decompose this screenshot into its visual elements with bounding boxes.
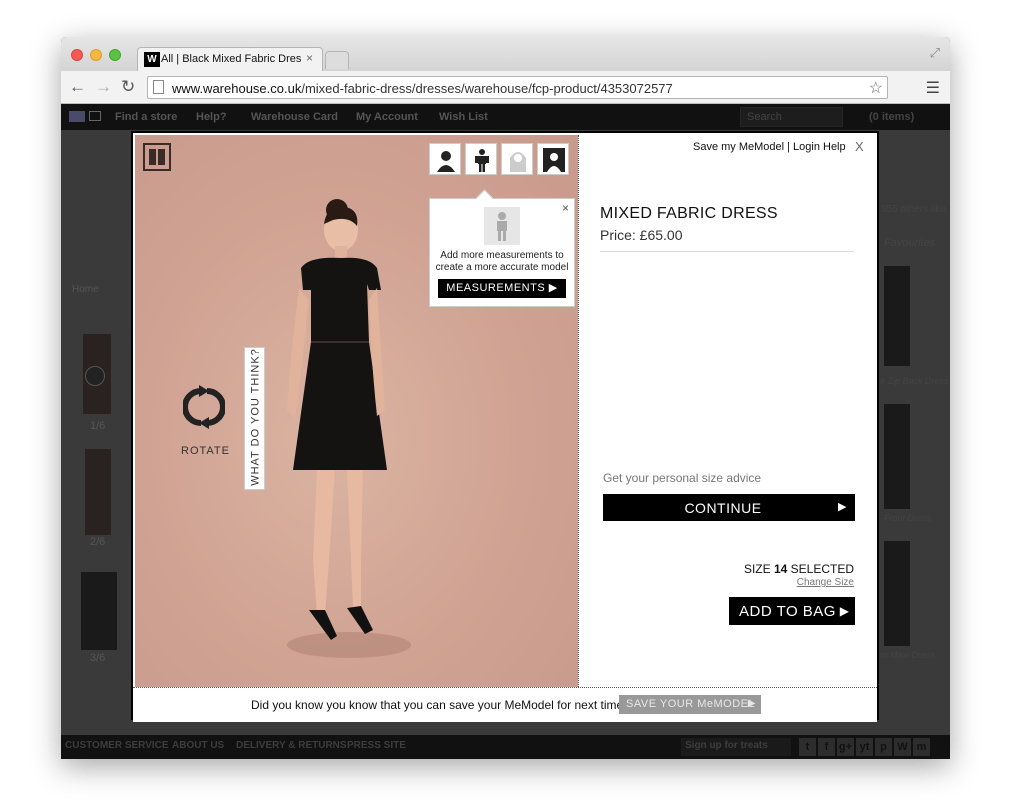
new-tab-button[interactable]	[325, 51, 349, 69]
breadcrumb-home[interactable]: Home	[72, 284, 99, 295]
browser-toolbar: ← → ↻ www.warehouse.co.uk/mixed-fabric-d…	[61, 71, 950, 104]
change-size-link[interactable]: Change Size	[729, 577, 854, 588]
browser-menu-icon[interactable]: ☰	[926, 78, 940, 98]
browser-tab[interactable]: W All | Black Mixed Fabric Dres ×	[137, 47, 323, 71]
maximize-window-icon[interactable]	[109, 49, 121, 61]
warehouse-icon[interactable]: W	[894, 738, 911, 756]
mail-icon[interactable]	[89, 111, 101, 121]
product-caption: Front Dress	[884, 513, 932, 523]
memodel-logo-icon	[143, 143, 171, 171]
continue-label: CONTINUE	[684, 500, 762, 516]
twitter-icon[interactable]: t	[799, 738, 816, 756]
nav-my-account[interactable]: My Account	[356, 111, 418, 123]
page-icon	[153, 80, 164, 94]
hair-view-icon[interactable]	[501, 143, 533, 175]
save-memodel-button[interactable]: SAVE YOUR MeMODEL ▶	[619, 695, 761, 714]
warehouse-favicon-icon: W	[144, 52, 160, 67]
uk-flag-icon[interactable]	[69, 111, 85, 122]
size-selected-text: SIZE 14 SELECTED	[743, 562, 854, 576]
add-to-bag-button[interactable]: ADD TO BAG ▶	[729, 597, 855, 625]
nav-warehouse-card[interactable]: Warehouse Card	[251, 111, 338, 123]
shopping-bag[interactable]: (0 items)	[869, 111, 914, 123]
save-memodel-label: SAVE YOUR MeMODEL	[626, 698, 756, 710]
divider	[600, 251, 854, 252]
product-name: MIXED FABRIC DRESS	[600, 205, 778, 222]
site-search-input[interactable]: Search	[740, 107, 843, 127]
modal-footer: Did you know you know that you can save …	[133, 687, 877, 722]
continue-button[interactable]: CONTINUE ▶	[603, 494, 855, 521]
google-plus-icon[interactable]: g+	[837, 738, 854, 756]
product-info-panel: Save my MeModel | Login Help X MIXED FAB…	[578, 135, 879, 687]
rotate-icon[interactable]	[182, 385, 226, 434]
size-advice-text: Get your personal size advice	[603, 471, 762, 485]
product-thumbnail[interactable]	[85, 449, 111, 535]
product-caption: m Maxi Dress	[880, 650, 936, 660]
signup-input[interactable]: Sign up for treats	[681, 738, 791, 756]
measurements-popup: × Add more measurements to create a more…	[429, 198, 575, 307]
product-thumbnail[interactable]	[884, 404, 910, 509]
product-thumbnail[interactable]	[884, 541, 910, 646]
nav-help[interactable]: Help?	[196, 111, 227, 123]
add-to-bag-label: ADD TO BAG	[739, 603, 836, 620]
close-window-icon[interactable]	[71, 49, 83, 61]
footer-customer-service[interactable]: CUSTOMER SERVICE	[65, 740, 169, 751]
reload-icon[interactable]: ↻	[121, 77, 135, 97]
title-bar: W All | Black Mixed Fabric Dres × ⤢	[61, 37, 950, 71]
tab-title: All | Black Mixed Fabric Dres	[161, 53, 301, 65]
tab-close-icon[interactable]: ×	[306, 51, 313, 65]
product-price: Price: £65.00	[600, 227, 683, 243]
save-login-link[interactable]: Save my MeModel | Login	[693, 141, 820, 153]
minimize-window-icon[interactable]	[90, 49, 102, 61]
bookmark-star-icon[interactable]: ☆	[869, 78, 883, 98]
footer-delivery-returns[interactable]: DELIVERY & RETURNS	[236, 740, 347, 751]
product-thumbnail[interactable]	[884, 266, 910, 366]
url-text: www.warehouse.co.uk/mixed-fabric-dress/d…	[172, 81, 673, 96]
product-thumbnail[interactable]	[81, 572, 117, 650]
others-like-text: 955 others like	[881, 204, 947, 215]
save-memodel-prompt: Did you know you know that you can save …	[251, 698, 630, 712]
fullscreen-icon[interactable]: ⤢	[930, 45, 940, 61]
portrait-view-icon[interactable]	[537, 143, 569, 175]
site-nav: Find a store Help? Warehouse Card My Acc…	[61, 104, 950, 130]
thumbnail-label: 1/6	[90, 420, 106, 432]
address-bar[interactable]: www.warehouse.co.uk/mixed-fabric-dress/d…	[147, 76, 888, 99]
arrow-right-icon: ▶	[747, 698, 756, 709]
model-viewer: ROTATE × Add more measurements to create…	[135, 135, 578, 687]
pinterest-icon[interactable]: p	[875, 738, 892, 756]
3d-model-image[interactable]	[269, 190, 419, 665]
nav-wish-list[interactable]: Wish List	[439, 111, 488, 123]
modal-close-icon[interactable]: X	[855, 139, 864, 154]
popup-text: Add more measurements to create a more a…	[435, 250, 569, 273]
body-figure-icon	[484, 207, 520, 245]
thumbnail-label: 3/6	[90, 652, 106, 664]
full-body-view-icon[interactable]	[465, 143, 497, 175]
footer-about-us[interactable]: ABOUT US	[172, 740, 224, 751]
favourites-heading: Favourites	[884, 237, 936, 249]
youtube-icon[interactable]: yt	[856, 738, 873, 756]
rotate-label: ROTATE	[181, 445, 230, 457]
facebook-icon[interactable]: f	[818, 738, 835, 756]
what-do-you-think-tab[interactable]: WHAT DO YOU THINK?	[244, 347, 265, 490]
what-do-you-think-label: WHAT DO YOU THINK?	[249, 348, 262, 486]
memodel-modal: ROTATE × Add more measurements to create…	[131, 131, 879, 722]
back-icon[interactable]: ←	[69, 77, 86, 97]
site-footer: CUSTOMER SERVICE ABOUT US DELIVERY & RET…	[61, 735, 950, 759]
mobile-icon[interactable]: m	[913, 738, 930, 756]
product-caption: e Zip Back Dress	[880, 376, 949, 386]
help-link[interactable]: Help	[823, 141, 846, 153]
measurements-button[interactable]: MEASUREMENTS ▶	[438, 279, 566, 298]
play-video-icon[interactable]	[85, 366, 105, 386]
arrow-right-icon: ▶	[838, 501, 847, 513]
forward-icon[interactable]: →	[95, 77, 112, 97]
arrow-right-icon: ▶	[839, 604, 849, 618]
footer-press-site[interactable]: PRESS SITE	[347, 740, 406, 751]
thumbnail-label: 2/6	[90, 536, 106, 548]
head-view-icon[interactable]	[429, 143, 461, 175]
nav-find-store[interactable]: Find a store	[115, 111, 177, 123]
popup-close-icon[interactable]: ×	[562, 201, 569, 215]
